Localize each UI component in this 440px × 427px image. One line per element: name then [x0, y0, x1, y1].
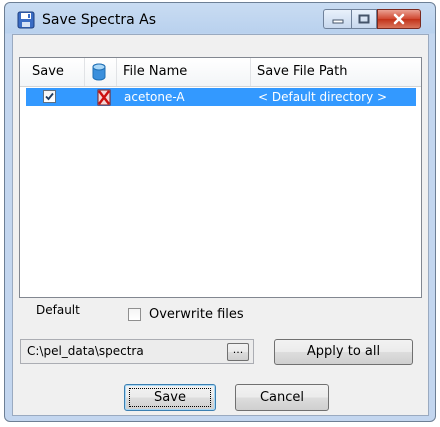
maximize-icon: [358, 14, 370, 24]
spectra-list[interactable]: Save File Name Save File Path acetone-A …: [19, 57, 422, 298]
save-disk-icon: [17, 11, 35, 29]
row-save-path: < Default directory >: [258, 90, 388, 104]
close-button[interactable]: [377, 9, 421, 29]
minimize-icon: [332, 19, 343, 24]
default-label: Default: [36, 303, 80, 317]
save-button[interactable]: Save: [124, 384, 216, 411]
minimize-button[interactable]: [323, 9, 351, 29]
missing-file-icon: [97, 89, 111, 106]
close-icon: [393, 13, 405, 25]
browse-button[interactable]: ...: [227, 343, 249, 361]
column-header-file-name[interactable]: File Name: [117, 58, 251, 86]
column-header-icon[interactable]: [85, 58, 117, 86]
cancel-button[interactable]: Cancel: [235, 384, 329, 411]
column-header-save[interactable]: Save: [20, 58, 85, 86]
window-title: Save Spectra As: [42, 12, 157, 28]
database-icon: [92, 63, 106, 81]
overwrite-files-checkbox[interactable]: [128, 308, 141, 321]
overwrite-files-label[interactable]: Overwrite files: [149, 307, 244, 322]
save-path-value: C:\pel_data\spectra: [27, 344, 144, 358]
list-header: Save File Name Save File Path: [20, 58, 421, 87]
row-save-checkbox[interactable]: [43, 90, 56, 103]
checkmark-icon: [45, 92, 54, 101]
table-row[interactable]: acetone-A < Default directory >: [26, 88, 416, 106]
row-file-name: acetone-A: [124, 90, 185, 104]
save-button-label: Save: [154, 390, 186, 405]
apply-to-all-button[interactable]: Apply to all: [274, 339, 413, 365]
maximize-button[interactable]: [351, 9, 377, 29]
save-path-field[interactable]: C:\pel_data\spectra: [20, 339, 254, 364]
column-header-save-path[interactable]: Save File Path: [251, 58, 421, 86]
title-bar[interactable]: Save Spectra As: [5, 3, 435, 35]
